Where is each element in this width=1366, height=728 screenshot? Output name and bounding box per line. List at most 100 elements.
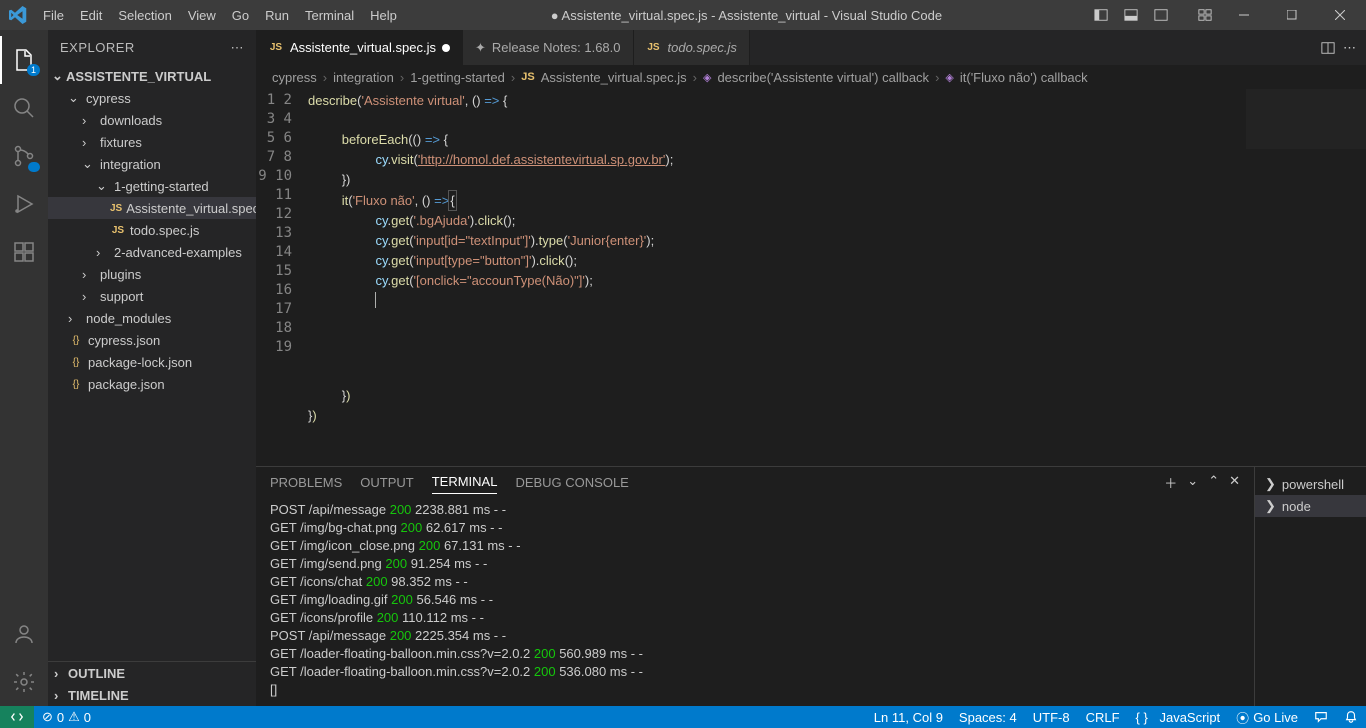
- sidebar-explorer: EXPLORER ⋯ ⌄ASSISTENTE_VIRTUAL ⌄cypress …: [48, 30, 256, 706]
- status-bell-icon[interactable]: [1336, 706, 1366, 728]
- statusbar: ⊘0⚠0 Ln 11, Col 9 Spaces: 4 UTF-8 CRLF {…: [0, 706, 1366, 728]
- status-golive[interactable]: ⦿Go Live: [1228, 706, 1306, 728]
- menu-go[interactable]: Go: [224, 0, 257, 30]
- activity-settings-icon[interactable]: [0, 658, 48, 706]
- release-notes-icon: ✦: [475, 40, 486, 56]
- activity-extensions-icon[interactable]: [0, 228, 48, 276]
- terminal-icon: ❯: [1265, 498, 1276, 514]
- error-icon: ⊘: [42, 709, 53, 725]
- file-package-json[interactable]: {}package.json: [48, 373, 256, 395]
- panel-tab-problems[interactable]: PROBLEMS: [270, 471, 342, 494]
- folder-support[interactable]: ›support: [48, 285, 256, 307]
- line-gutter: 1 2 3 4 5 6 7 8 9 10 11 12 13 14 15 16 1…: [256, 89, 308, 466]
- breadcrumb[interactable]: cypress› integration› 1-getting-started›…: [256, 65, 1366, 89]
- folder-cypress[interactable]: ⌄cypress: [48, 87, 256, 109]
- folder-node-modules[interactable]: ›node_modules: [48, 307, 256, 329]
- method-icon: ◈: [945, 71, 953, 84]
- editor-tabs: JS Assistente_virtual.spec.js ✦ Release …: [256, 30, 1366, 65]
- tree-root[interactable]: ⌄ASSISTENTE_VIRTUAL: [48, 65, 256, 87]
- activity-debug-icon[interactable]: [0, 180, 48, 228]
- file-assistente-spec[interactable]: JSAssistente_virtual.spec.js: [48, 197, 256, 219]
- sidebar-title: EXPLORER: [60, 40, 135, 55]
- code-content[interactable]: describe('Assistente virtual', () => { b…: [308, 89, 1246, 466]
- editor-tab-actions: ⋯: [1321, 30, 1366, 65]
- panel-tab-debug[interactable]: DEBUG CONSOLE: [515, 471, 628, 494]
- vscode-logo-icon: [0, 6, 35, 24]
- js-file-icon: JS: [521, 71, 534, 83]
- menu-run[interactable]: Run: [257, 0, 297, 30]
- menu-view[interactable]: View: [180, 0, 224, 30]
- folder-getting-started[interactable]: ⌄1-getting-started: [48, 175, 256, 197]
- terminal-icon: ❯: [1265, 476, 1276, 492]
- folder-fixtures[interactable]: ›fixtures: [48, 131, 256, 153]
- file-tree[interactable]: ⌄ASSISTENTE_VIRTUAL ⌄cypress ›downloads …: [48, 65, 256, 661]
- bottom-panel: PROBLEMS OUTPUT TERMINAL DEBUG CONSOLE ＋…: [256, 466, 1366, 706]
- activity-bar: 1: [0, 30, 48, 706]
- window-minimize-icon[interactable]: [1222, 0, 1266, 30]
- json-file-icon: {}: [68, 357, 84, 368]
- file-package-lock[interactable]: {}package-lock.json: [48, 351, 256, 373]
- terminal-node[interactable]: ❯node: [1255, 495, 1366, 517]
- folder-downloads[interactable]: ›downloads: [48, 109, 256, 131]
- terminal-powershell[interactable]: ❯powershell: [1255, 473, 1366, 495]
- status-feedback-icon[interactable]: [1306, 706, 1336, 728]
- menu-selection[interactable]: Selection: [110, 0, 179, 30]
- folder-integration[interactable]: ⌄integration: [48, 153, 256, 175]
- json-file-icon: {}: [68, 335, 84, 346]
- minimap-thumb[interactable]: [1246, 89, 1366, 149]
- status-remote-icon[interactable]: [0, 706, 34, 728]
- menu-help[interactable]: Help: [362, 0, 405, 30]
- close-panel-icon[interactable]: ✕: [1229, 473, 1240, 492]
- editor-area: JS Assistente_virtual.spec.js ✦ Release …: [256, 30, 1366, 706]
- tab-release-notes[interactable]: ✦ Release Notes: 1.68.0: [463, 30, 634, 65]
- js-file-icon: JS: [646, 42, 662, 53]
- menu-edit[interactable]: Edit: [72, 0, 110, 30]
- title-controls: [1088, 0, 1366, 30]
- tab-assistente[interactable]: JS Assistente_virtual.spec.js: [256, 30, 463, 65]
- toggle-primary-sidebar-icon[interactable]: [1088, 0, 1114, 30]
- panel-tabs: PROBLEMS OUTPUT TERMINAL DEBUG CONSOLE ＋…: [256, 467, 1254, 497]
- status-lncol[interactable]: Ln 11, Col 9: [866, 706, 951, 728]
- section-timeline[interactable]: ›TIMELINE: [48, 684, 256, 706]
- terminal-output[interactable]: POST /api/message 200 2238.881 ms - -GET…: [256, 497, 1254, 706]
- status-language[interactable]: { } JavaScript: [1128, 706, 1229, 728]
- file-todo-spec[interactable]: JStodo.spec.js: [48, 219, 256, 241]
- new-terminal-icon[interactable]: ＋: [1164, 473, 1177, 492]
- terminal-instances: ❯powershell ❯node: [1254, 467, 1366, 706]
- tab-todo[interactable]: JS todo.spec.js: [634, 30, 750, 65]
- titlebar: File Edit Selection View Go Run Terminal…: [0, 0, 1366, 30]
- broadcast-icon: ⦿: [1236, 708, 1249, 727]
- folder-plugins[interactable]: ›plugins: [48, 263, 256, 285]
- sidebar-more-icon[interactable]: ⋯: [231, 40, 245, 56]
- window-title: ● Assistente_virtual.spec.js - Assistent…: [405, 8, 1088, 23]
- activity-explorer-icon[interactable]: 1: [0, 36, 48, 84]
- terminal-dropdown-icon[interactable]: ⌄: [1187, 473, 1198, 492]
- minimap[interactable]: [1246, 89, 1366, 466]
- toggle-secondary-sidebar-icon[interactable]: [1148, 0, 1174, 30]
- section-outline[interactable]: ›OUTLINE: [48, 662, 256, 684]
- more-actions-icon[interactable]: ⋯: [1343, 40, 1356, 56]
- menu-file[interactable]: File: [35, 0, 72, 30]
- dirty-indicator-icon: [442, 44, 450, 52]
- status-errors[interactable]: ⊘0⚠0: [34, 706, 99, 728]
- file-cypress-json[interactable]: {}cypress.json: [48, 329, 256, 351]
- status-eol[interactable]: CRLF: [1078, 706, 1128, 728]
- status-spaces[interactable]: Spaces: 4: [951, 706, 1025, 728]
- maximize-panel-icon[interactable]: ⌃: [1208, 473, 1219, 492]
- code-editor[interactable]: 1 2 3 4 5 6 7 8 9 10 11 12 13 14 15 16 1…: [256, 89, 1366, 466]
- activity-account-icon[interactable]: [0, 610, 48, 658]
- folder-advanced[interactable]: ›2-advanced-examples: [48, 241, 256, 263]
- split-editor-icon[interactable]: [1321, 41, 1335, 55]
- panel-tab-terminal[interactable]: TERMINAL: [432, 470, 498, 494]
- panel-tab-output[interactable]: OUTPUT: [360, 471, 413, 494]
- customize-layout-icon[interactable]: [1192, 0, 1218, 30]
- window-maximize-icon[interactable]: [1270, 0, 1314, 30]
- toggle-panel-icon[interactable]: [1118, 0, 1144, 30]
- window-close-icon[interactable]: [1318, 0, 1362, 30]
- explorer-badge: 1: [27, 64, 40, 76]
- status-encoding[interactable]: UTF-8: [1025, 706, 1078, 728]
- menu-bar: File Edit Selection View Go Run Terminal…: [35, 0, 405, 30]
- activity-scm-icon[interactable]: [0, 132, 48, 180]
- menu-terminal[interactable]: Terminal: [297, 0, 362, 30]
- activity-search-icon[interactable]: [0, 84, 48, 132]
